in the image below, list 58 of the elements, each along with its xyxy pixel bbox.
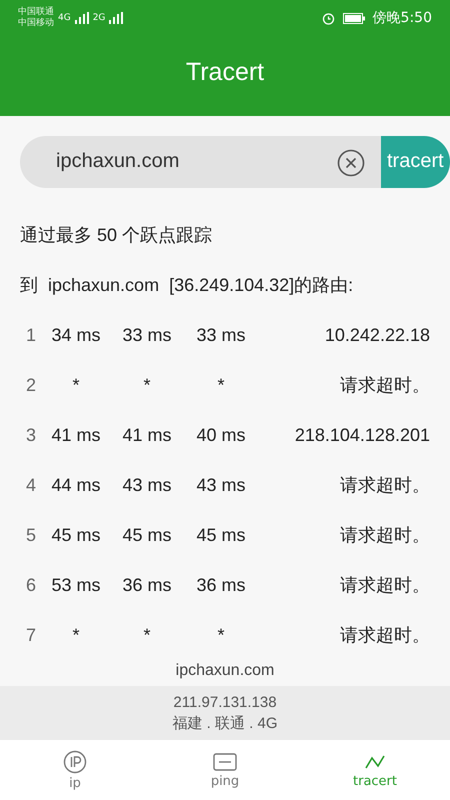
hop-result: 请求超时。 — [339, 374, 430, 398]
hop-time: 33 ms — [195, 324, 247, 346]
hop-result: 请求超时。 — [339, 574, 430, 598]
hop-number: 4 — [24, 474, 37, 496]
ip-circle-icon — [63, 750, 87, 774]
carrier-name: 中国移动 — [18, 18, 54, 29]
hop-number: 2 — [24, 374, 37, 396]
network-type: 2G — [92, 13, 106, 23]
alarm-icon — [322, 12, 335, 24]
hop-result: 请求超时。 — [339, 624, 430, 648]
nav-tab[interactable]: tracert — [300, 740, 450, 800]
hop-time: 43 ms — [121, 474, 173, 496]
hop-time: 45 ms — [121, 524, 173, 546]
signal-icon — [109, 12, 124, 24]
hop-time: 45 ms — [195, 524, 247, 546]
hop-time: 36 ms — [195, 574, 247, 596]
hop-time: * — [71, 374, 80, 396]
hop-time: * — [142, 624, 152, 646]
hop-number: 7 — [24, 624, 37, 646]
signal-icon — [74, 12, 89, 24]
hop-result: 请求超时。 — [339, 474, 430, 498]
hop-time: * — [142, 374, 152, 396]
hop-time: 45 ms — [50, 524, 102, 546]
hop-number: 5 — [24, 524, 37, 546]
clock-time: 傍晚5:50 — [372, 9, 432, 27]
hop-time: 41 ms — [121, 424, 173, 446]
tag-icon — [213, 752, 237, 772]
hop-time: 33 ms — [121, 324, 173, 346]
nav-tab[interactable]: ping — [150, 740, 300, 800]
hop-time: 43 ms — [195, 474, 247, 496]
hop-number: 6 — [24, 574, 37, 596]
clear-icon[interactable] — [337, 148, 365, 176]
hop-time: 36 ms — [121, 574, 173, 596]
hop-time: * — [216, 374, 226, 396]
domain-text: ipchaxun.com — [176, 662, 274, 680]
location-text: 福建 . 联通 . 4G — [172, 714, 278, 734]
hop-result: 10.242.22.18 — [324, 324, 430, 346]
hop-result: 请求超时。 — [339, 524, 430, 548]
hop-time: 41 ms — [50, 424, 102, 446]
hop-result: 218.104.128.201 — [294, 424, 430, 446]
host-input-field[interactable]: ipchaxun.com — [20, 136, 381, 188]
hop-time: 44 ms — [50, 474, 102, 496]
nav-tab[interactable]: ip — [0, 740, 150, 800]
hop-time: 53 ms — [50, 574, 102, 596]
intro-text: 通过最多 50 个跃点跟踪 — [20, 224, 212, 248]
hop-time: * — [71, 624, 80, 646]
hop-time: 34 ms — [50, 324, 102, 346]
hop-number: 1 — [24, 324, 37, 346]
carrier-name: 中国联通 — [18, 7, 54, 18]
window-title: Tracert — [184, 57, 266, 88]
tracert-button[interactable]: tracert — [381, 136, 450, 188]
hop-time: 40 ms — [195, 424, 247, 446]
route-text: 到 ipchaxun.com [36.249.104.32]的路由: — [20, 274, 354, 298]
hop-number: 3 — [24, 424, 37, 446]
network-type: 4G — [58, 13, 71, 23]
battery-icon — [342, 12, 365, 24]
hop-time: * — [216, 624, 226, 646]
ip-address: 211.97.131.138 — [173, 693, 277, 714]
